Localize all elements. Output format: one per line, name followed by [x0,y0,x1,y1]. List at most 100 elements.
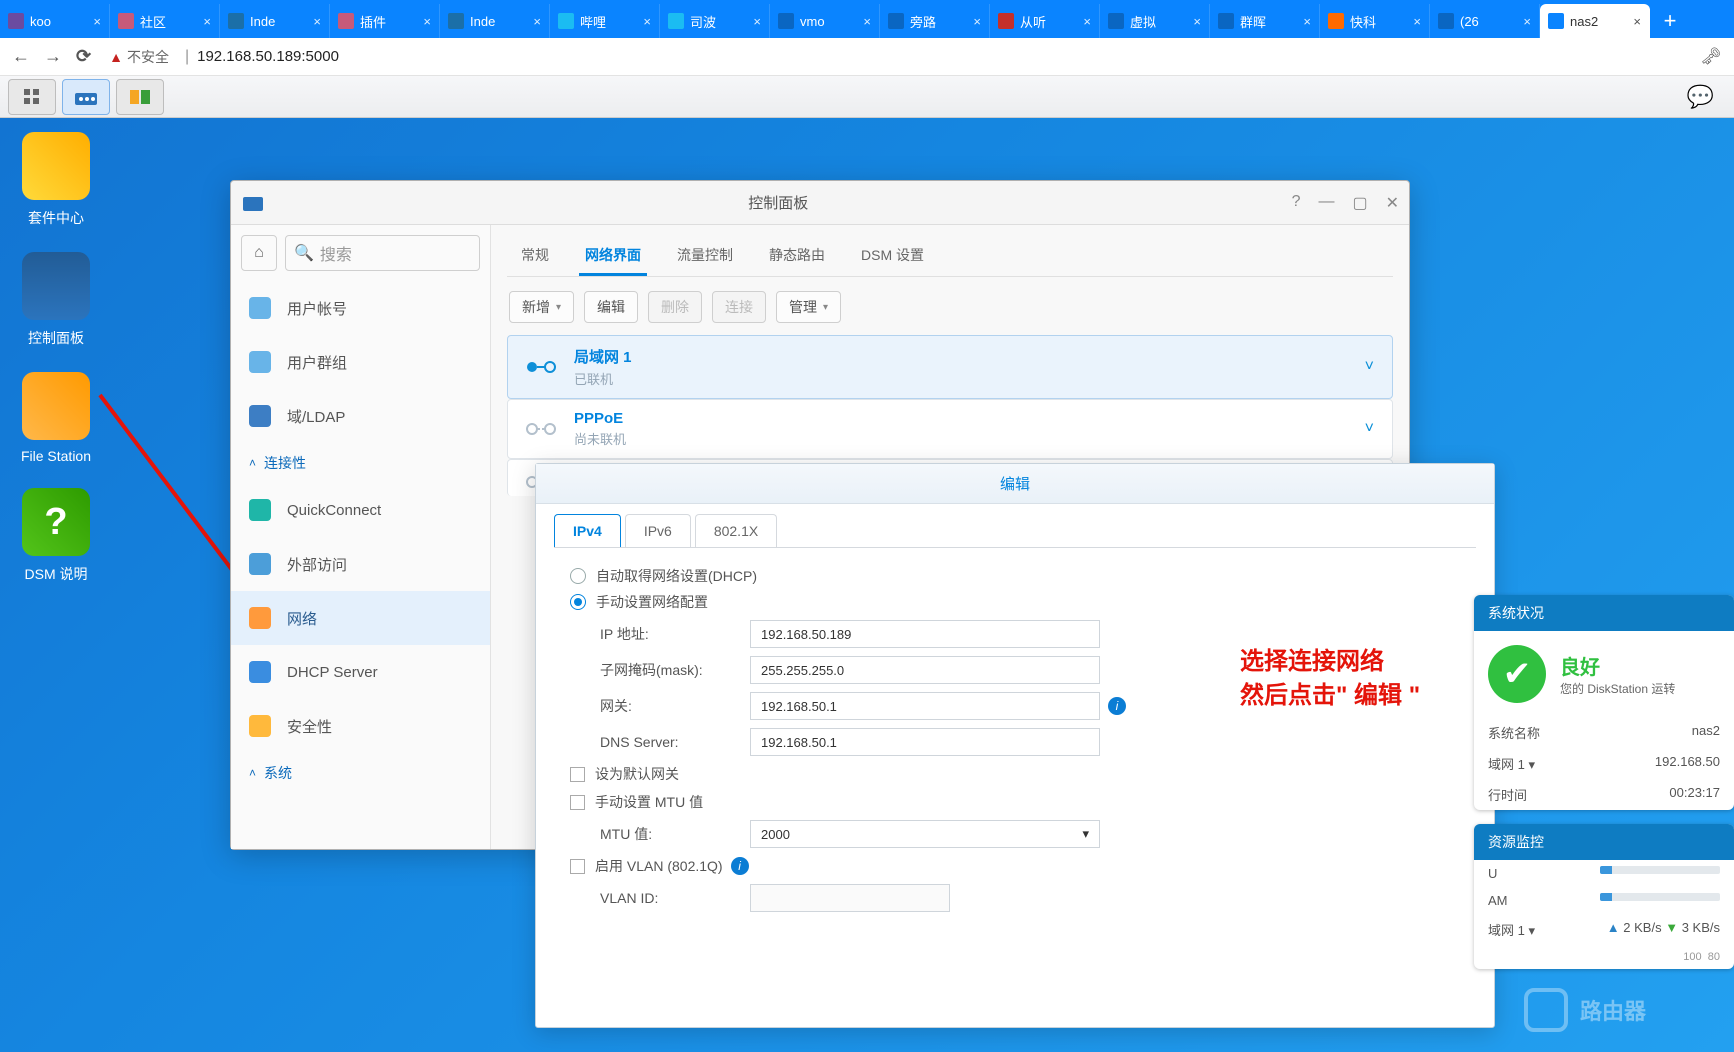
forward-icon[interactable]: → [44,46,62,67]
close-tab-icon[interactable]: × [533,14,541,29]
minimize-icon[interactable]: — [1318,193,1334,213]
main-tab[interactable]: 静态路由 [763,237,831,276]
close-tab-icon[interactable]: × [1303,14,1311,29]
checkbox-enable-vlan[interactable]: 启用 VLAN (802.1Q)i [570,856,1460,876]
manage-button[interactable]: 管理▾ [776,291,841,323]
close-tab-icon[interactable]: × [313,14,321,29]
close-tab-icon[interactable]: × [93,14,101,29]
chevron-down-icon[interactable]: ˅ [1365,420,1374,438]
show-desktop-button[interactable] [8,79,56,115]
favicon [8,13,24,29]
back-icon[interactable]: ← [12,46,30,67]
browser-tab[interactable]: nas2× [1540,4,1650,38]
modal-tab[interactable]: IPv6 [625,514,691,547]
radio-dhcp[interactable]: 自动取得网络设置(DHCP) [570,566,1460,586]
add-button[interactable]: 新增▾ [509,291,574,323]
desktop-label: File Station [21,448,91,464]
close-tab-icon[interactable]: × [1523,14,1531,29]
network-interface-card[interactable]: PPPoE尚未联机˅ [507,399,1393,459]
main-tab[interactable]: 常规 [515,237,555,276]
search-input[interactable]: 🔍 搜索 [285,235,480,271]
browser-tab[interactable]: 插件× [330,4,440,38]
net-name[interactable]: 域网 1 ▾ [1488,920,1535,939]
sidebar-group-connectivity[interactable]: ˄连接性 [231,443,490,483]
browser-tab[interactable]: 哔哩× [550,4,660,38]
url-text[interactable]: 192.168.50.189:5000 [197,48,1700,65]
checkbox-manual-mtu[interactable]: 手动设置 MTU 值 [570,792,1460,812]
browser-tab[interactable]: 快科× [1320,4,1430,38]
sidebar-item[interactable]: 用户群组 [231,335,490,389]
desktop-label: DSM 说明 [25,566,88,582]
modal-title: 编辑 [536,464,1494,504]
sidebar-item[interactable]: 域/LDAP [231,389,490,443]
sidebar-item[interactable]: QuickConnect [231,483,490,537]
key-icon[interactable]: 🗝 [1700,47,1722,67]
desktop-package-center[interactable]: 套件中心 [16,132,96,228]
input-vlan-id[interactable] [750,884,950,912]
close-tab-icon[interactable]: × [1193,14,1201,29]
modal-tab[interactable]: 802.1X [695,514,777,547]
main-tab[interactable]: DSM 设置 [855,237,930,276]
chevron-down-icon[interactable]: ˅ [1365,358,1374,376]
sidebar-item[interactable]: 外部访问 [231,537,490,591]
sidebar-item-icon [249,715,271,737]
window-titlebar[interactable]: 控制面板 ? — ▢ ✕ [231,181,1409,225]
sidebar-group-system[interactable]: ˄系统 [231,753,490,793]
desktop-control-panel[interactable]: 控制面板 [16,252,96,348]
browser-tab[interactable]: 社区× [110,4,220,38]
desktop-icons: 套件中心 控制面板 File Station ? DSM 说明 [16,132,96,584]
desktop-file-station[interactable]: File Station [16,372,96,464]
browser-tab[interactable]: Inde× [220,4,330,38]
browser-tab[interactable]: vmo× [770,4,880,38]
modal-tab[interactable]: IPv4 [554,514,621,547]
close-tab-icon[interactable]: × [643,14,651,29]
desktop-dsm-help[interactable]: ? DSM 说明 [16,488,96,584]
input-gateway[interactable] [750,692,1100,720]
browser-tab[interactable]: koo× [0,4,110,38]
input-mask[interactable] [750,656,1100,684]
input-ip[interactable] [750,620,1100,648]
info-icon[interactable]: i [1108,697,1126,715]
browser-tab[interactable]: Inde× [440,4,550,38]
watermark: 路由器 [1524,980,1724,1040]
select-mtu[interactable]: 2000▾ [750,820,1100,848]
reload-icon[interactable]: ⟳ [76,46,91,67]
close-tab-icon[interactable]: × [203,14,211,29]
new-tab-button[interactable]: + [1650,4,1690,38]
window-app-icon [241,193,265,213]
home-button[interactable]: ⌂ [241,235,277,271]
sidebar-item[interactable]: 用户帐号 [231,281,490,335]
close-tab-icon[interactable]: × [423,14,431,29]
browser-tab[interactable]: 从听× [990,4,1100,38]
network-interface-card[interactable]: 局域网 1已联机˅ [507,335,1393,399]
task-file-station[interactable] [116,79,164,115]
browser-tab[interactable]: (26× [1430,4,1540,38]
help-icon[interactable]: ? [1292,193,1301,213]
sidebar-item[interactable]: DHCP Server [231,645,490,699]
sidebar-item[interactable]: 网络 [231,591,490,645]
insecure-icon: ▲ [109,49,123,65]
browser-tab[interactable]: 群晖× [1210,4,1320,38]
close-tab-icon[interactable]: × [863,14,871,29]
checkbox-default-gateway[interactable]: 设为默认网关 [570,764,1460,784]
close-tab-icon[interactable]: × [973,14,981,29]
browser-tab[interactable]: 旁路× [880,4,990,38]
close-tab-icon[interactable]: × [1083,14,1091,29]
main-tab[interactable]: 网络界面 [579,237,647,276]
task-control-panel[interactable] [62,79,110,115]
sidebar-item[interactable]: 安全性 [231,699,490,753]
edit-button[interactable]: 编辑 [584,291,638,323]
close-icon[interactable]: ✕ [1386,193,1399,213]
browser-tab[interactable]: 虚拟× [1100,4,1210,38]
browser-tab[interactable]: 司波× [660,4,770,38]
maximize-icon[interactable]: ▢ [1352,193,1367,213]
info-icon[interactable]: i [731,857,749,875]
close-tab-icon[interactable]: × [753,14,761,29]
chevron-down-icon: ▾ [1082,826,1089,842]
notifications-icon[interactable]: 💬 [1687,84,1714,110]
radio-manual[interactable]: 手动设置网络配置 [570,592,1460,612]
input-dns[interactable] [750,728,1100,756]
close-tab-icon[interactable]: × [1633,14,1641,29]
close-tab-icon[interactable]: × [1413,14,1421,29]
main-tab[interactable]: 流量控制 [671,237,739,276]
